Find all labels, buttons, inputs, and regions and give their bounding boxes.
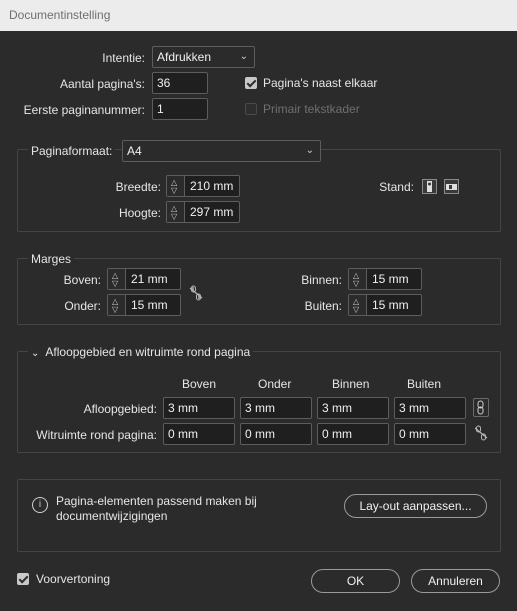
stepper-arrows[interactable]: △ ▽: [167, 176, 185, 196]
pages-label: Aantal pagina's:: [59, 77, 145, 91]
landscape-icon[interactable]: [444, 179, 459, 194]
primary-frame-label: Primair tekstkader: [263, 102, 360, 116]
chevron-down-icon: ▽: [353, 305, 360, 314]
first-page-label: Eerste paginanummer:: [23, 103, 145, 117]
margin-top-value: 21 mm: [131, 272, 168, 286]
height-label: Hoogte:: [118, 206, 161, 220]
width-label: Breedte:: [115, 180, 161, 194]
width-value: 210 mm: [190, 179, 234, 193]
chevron-down-icon: ▽: [112, 305, 119, 314]
margin-outside-label: Buiten:: [304, 299, 342, 313]
margin-bottom-label: Onder:: [64, 299, 101, 313]
chevron-down-icon: ▽: [171, 186, 178, 195]
slug-row-label: Witruimte rond pagina:: [36, 428, 157, 442]
bleed-col-top: Boven: [182, 377, 217, 391]
bleed-bottom-input[interactable]: [240, 397, 312, 419]
bleed-col-inside: Binnen: [332, 377, 370, 391]
height-stepper[interactable]: △ ▽ 297 mm: [166, 201, 240, 223]
slug-top-input[interactable]: [163, 423, 235, 445]
chevron-down-icon[interactable]: ⌄: [31, 348, 39, 359]
margins-title: Marges: [28, 252, 75, 266]
slug-bottom-input[interactable]: [240, 423, 312, 445]
preview-checkbox[interactable]: [17, 573, 29, 585]
intent-select-value: Afdrukken: [157, 50, 212, 64]
margin-top-stepper[interactable]: △ ▽ 21 mm: [107, 268, 181, 290]
bleed-top-input[interactable]: [163, 397, 235, 419]
bleed-inside-input[interactable]: [317, 397, 389, 419]
stepper-arrows[interactable]: △ ▽: [167, 202, 185, 222]
chevron-down-icon: ▽: [353, 279, 360, 288]
chevron-down-icon: ▽: [112, 279, 119, 288]
ok-button[interactable]: OK: [311, 569, 400, 593]
bleed-title: Afloopgebied en witruimte rond pagina: [45, 345, 251, 359]
cancel-button[interactable]: Annuleren: [411, 569, 500, 593]
stepper-arrows[interactable]: △ ▽: [108, 269, 126, 289]
page-size-select[interactable]: A4 ⌄: [122, 140, 321, 162]
broken-link-icon[interactable]: [474, 425, 488, 444]
slug-outside-input[interactable]: [394, 423, 466, 445]
chevron-down-icon: ▽: [171, 212, 178, 221]
stepper-arrows[interactable]: △ ▽: [349, 269, 367, 289]
facing-pages-label: Pagina's naast elkaar: [263, 76, 378, 90]
info-text-line2: documentwijzigingen: [56, 509, 168, 523]
broken-link-icon[interactable]: [189, 285, 203, 304]
margin-outside-value: 15 mm: [372, 298, 409, 312]
page-size-value: A4: [127, 144, 142, 158]
stepper-arrows[interactable]: △ ▽: [349, 295, 367, 315]
margin-bottom-stepper[interactable]: △ ▽ 15 mm: [107, 294, 181, 316]
bleed-outside-input[interactable]: [394, 397, 466, 419]
margin-outside-stepper[interactable]: △ ▽ 15 mm: [348, 294, 422, 316]
info-icon: i: [32, 497, 48, 513]
primary-frame-checkbox[interactable]: [245, 103, 257, 115]
margin-bottom-value: 15 mm: [131, 298, 168, 312]
page-size-label: Paginaformaat:: [28, 144, 116, 158]
chevron-down-icon: ⌄: [305, 145, 314, 156]
chevron-down-icon: ⌄: [239, 51, 248, 62]
height-value: 297 mm: [190, 205, 234, 219]
intent-select[interactable]: Afdrukken ⌄: [152, 46, 255, 68]
link-icon[interactable]: [473, 398, 489, 417]
facing-pages-checkbox[interactable]: [245, 77, 257, 89]
bleed-header[interactable]: ⌄ Afloopgebied en witruimte rond pagina: [28, 345, 254, 359]
width-stepper[interactable]: △ ▽ 210 mm: [166, 175, 240, 197]
first-page-input[interactable]: [152, 98, 208, 120]
margins-panel: [17, 258, 501, 325]
adjust-layout-button[interactable]: Lay-out aanpassen...: [344, 494, 487, 518]
stepper-arrows[interactable]: △ ▽: [108, 295, 126, 315]
info-text-line1: Pagina-elementen passend maken bij: [56, 494, 257, 508]
window-title: Documentinstelling: [9, 8, 111, 22]
margin-inside-stepper[interactable]: △ ▽ 15 mm: [348, 268, 422, 290]
window-titlebar[interactable]: Documentinstelling: [0, 0, 517, 31]
margin-inside-label: Binnen:: [301, 273, 342, 287]
slug-inside-input[interactable]: [317, 423, 389, 445]
margin-inside-value: 15 mm: [372, 272, 409, 286]
margin-top-label: Boven:: [63, 273, 101, 287]
portrait-icon[interactable]: [422, 179, 437, 194]
bleed-row-label: Afloopgebied:: [83, 402, 157, 416]
bleed-col-outside: Buiten: [407, 377, 442, 391]
bleed-col-bottom: Onder: [258, 377, 292, 391]
pages-input[interactable]: [152, 72, 208, 94]
intent-label: Intentie:: [102, 51, 145, 65]
preview-label: Voorvertoning: [36, 572, 111, 586]
orientation-label: Stand:: [379, 180, 414, 194]
